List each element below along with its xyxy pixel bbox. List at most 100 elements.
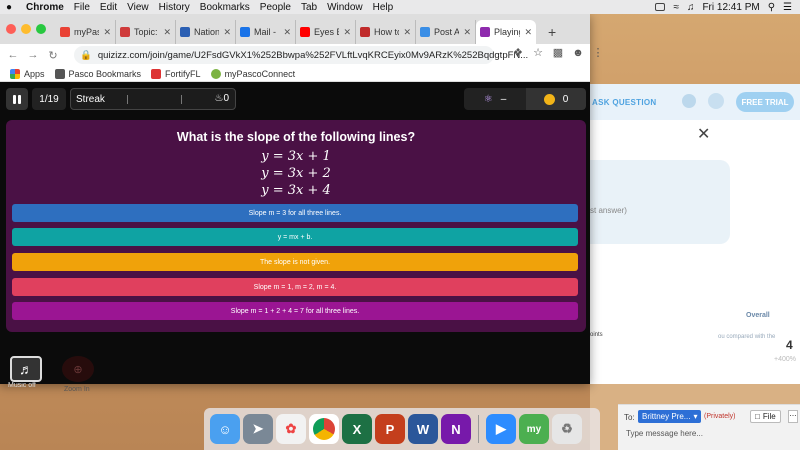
close-icon[interactable]: ✕: [223, 27, 231, 38]
pause-icon: [13, 94, 16, 104]
tab-national[interactable]: Nationa ✕: [176, 20, 236, 44]
tab-how-to[interactable]: How to ✕: [356, 20, 416, 44]
tab-title: Post At: [434, 27, 460, 37]
excel-icon[interactable]: X: [342, 414, 372, 444]
zoom-window-button[interactable]: [36, 24, 46, 34]
menu-tab[interactable]: Tab: [301, 2, 317, 13]
chat-recipient-select[interactable]: Brittney Pre... ▾: [638, 410, 702, 423]
close-icon[interactable]: ✕: [163, 27, 171, 38]
forward-arrow-icon[interactable]: →: [26, 49, 40, 61]
close-icon[interactable]: ✕: [283, 27, 291, 38]
chat-message-input[interactable]: Type message here...: [626, 429, 703, 438]
reload-icon[interactable]: ↻: [46, 49, 60, 62]
bookmark-star-icon[interactable]: ☆: [532, 47, 544, 59]
menu-window[interactable]: Window: [327, 2, 363, 13]
question-counter: 1/19: [32, 88, 66, 110]
equation-line: y = 3x + 1: [261, 149, 331, 164]
chat-recipient-name: Brittney Pre...: [642, 412, 691, 421]
zoom-in-button[interactable]: ⊕: [62, 356, 94, 382]
close-icon[interactable]: ✕: [463, 27, 471, 38]
tab-post[interactable]: Post At✕: [416, 20, 476, 44]
tab-eyes[interactable]: Eyes Bl ✕: [296, 20, 356, 44]
menu-history[interactable]: History: [159, 2, 190, 13]
pause-icon: [18, 94, 21, 104]
wifi-icon[interactable]: ≈: [673, 2, 679, 13]
tab-favicon: [180, 27, 190, 37]
answer-option-5[interactable]: Slope m = 1 + 2 + 4 = 7 for all three li…: [12, 302, 578, 320]
profile-icon[interactable]: ☻: [572, 47, 584, 59]
music-toggle-button[interactable]: ♬: [10, 356, 42, 382]
mypasco-app-icon[interactable]: my: [519, 414, 549, 444]
close-window-button[interactable]: [6, 24, 16, 34]
chat-to-label: To:: [624, 413, 635, 422]
photos-icon[interactable]: ✿: [276, 414, 306, 444]
apple-menu-icon[interactable]: ●: [6, 2, 20, 13]
bookmark-label: myPascoConnect: [224, 68, 296, 79]
menu-chrome[interactable]: Chrome: [26, 2, 64, 13]
answer-option-2[interactable]: y = mx + b.: [12, 228, 578, 246]
close-icon[interactable]: ✕: [343, 27, 351, 38]
tab-title: Nationa: [194, 27, 219, 37]
bookmark-apps[interactable]: Apps: [10, 68, 45, 79]
spotlight-icon[interactable]: ⚲: [768, 2, 775, 13]
extensions-icon[interactable]: ❖: [512, 47, 524, 59]
kebab-menu-icon[interactable]: ⋮: [592, 47, 604, 59]
close-icon[interactable]: ✕: [103, 27, 111, 38]
toolbar-icons: ❖ ☆ ▩ ☻ ⋮: [512, 47, 604, 59]
tab-topic[interactable]: Topic: (✕: [116, 20, 176, 44]
notification-bell-icon[interactable]: [682, 94, 696, 108]
tab-title: Eyes Bl: [314, 27, 339, 37]
close-icon[interactable]: ✕: [403, 27, 411, 38]
quiz-game-area: 1/19 Streak ♨0 ⚛ – 0 What is the slope of…: [0, 82, 590, 393]
finder-icon[interactable]: ☺: [210, 414, 240, 444]
word-icon[interactable]: W: [408, 414, 438, 444]
music-label: Music off: [8, 382, 36, 389]
menu-people[interactable]: People: [260, 2, 291, 13]
close-icon[interactable]: ✕: [697, 124, 710, 144]
pause-button[interactable]: [6, 88, 28, 110]
bookmark-label: Pasco Bookmarks: [68, 68, 142, 79]
answer-option-4[interactable]: Slope m = 1, m = 2, m = 4.: [12, 278, 578, 296]
ask-question-link[interactable]: ASK QUESTION: [592, 98, 657, 107]
powerup-button[interactable]: ⚛ –: [464, 88, 526, 110]
tab-favicon: [360, 27, 370, 37]
question-card: What is the slope of the following lines…: [6, 120, 586, 332]
bookmark-fortifyfl[interactable]: FortifyFL: [151, 68, 201, 79]
avatar[interactable]: [708, 93, 724, 109]
free-trial-button[interactable]: FREE TRIAL: [736, 92, 794, 112]
notification-center-icon[interactable]: ☰: [783, 2, 792, 13]
menu-bookmarks[interactable]: Bookmarks: [200, 2, 250, 13]
answer-option-1[interactable]: Slope m = 3 for all three lines.: [12, 204, 578, 222]
more-options-icon[interactable]: ⋯: [788, 410, 798, 423]
powerpoint-icon[interactable]: P: [375, 414, 405, 444]
bookmark-pasco[interactable]: Pasco Bookmarks: [54, 68, 142, 79]
answer-option-3[interactable]: The slope is not given.: [12, 253, 578, 271]
display-icon[interactable]: [655, 3, 666, 11]
launchpad-icon[interactable]: ➤: [243, 414, 273, 444]
bookmark-mypascoconnect[interactable]: myPascoConnect: [210, 68, 296, 79]
minimize-window-button[interactable]: [21, 24, 31, 34]
address-bar[interactable]: 🔒 quizizz.com/join/game/U2FsdGVkX1%252Bb…: [74, 46, 528, 64]
menu-view[interactable]: View: [127, 2, 149, 13]
close-icon[interactable]: ✕: [524, 27, 532, 38]
trash-icon[interactable]: ♻: [552, 414, 582, 444]
dock-divider: [478, 415, 479, 443]
onenote-icon[interactable]: N: [441, 414, 471, 444]
tab-mypasco[interactable]: myPasc ✕: [56, 20, 116, 44]
apps-grid-icon: [10, 68, 20, 79]
volume-icon[interactable]: ♫: [687, 2, 695, 13]
menu-help[interactable]: Help: [373, 2, 394, 13]
menubar-clock[interactable]: Fri 12:41 PM: [702, 2, 759, 13]
tab-mail[interactable]: Mail - (✕: [236, 20, 296, 44]
new-tab-button[interactable]: +: [548, 24, 556, 40]
back-arrow-icon[interactable]: ←: [6, 49, 20, 61]
coins-display: 0: [526, 88, 586, 110]
chrome-icon[interactable]: [309, 414, 339, 444]
menu-file[interactable]: File: [74, 2, 90, 13]
zoom-app-icon[interactable]: ▶: [486, 414, 516, 444]
menu-edit[interactable]: Edit: [100, 2, 117, 13]
question-text: What is the slope of the following lines…: [176, 130, 416, 144]
puzzle-icon[interactable]: ▩: [552, 47, 564, 59]
chat-file-button[interactable]: □ File: [750, 410, 781, 423]
tab-playing[interactable]: Playing ✕: [476, 20, 536, 44]
